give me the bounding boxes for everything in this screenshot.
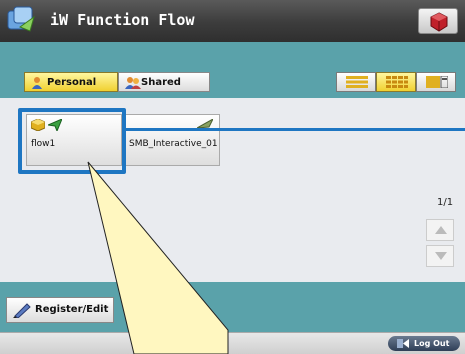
title-bar: iW Function Flow (0, 0, 465, 42)
arrow-down-icon (435, 252, 447, 260)
iw-function-flow-icon (7, 6, 35, 32)
register-edit-label: Register/Edit (35, 304, 109, 315)
logout-icon (397, 339, 409, 348)
arrow-up-icon (435, 226, 447, 234)
register-edit-button[interactable]: Register/Edit (6, 297, 114, 323)
detail-view-button[interactable] (416, 72, 456, 92)
list-view-button[interactable] (336, 72, 376, 92)
group-icon (125, 77, 141, 89)
tab-shared[interactable]: Shared (118, 72, 210, 92)
scroll-down-button[interactable] (426, 245, 454, 267)
selection-highlight (18, 108, 126, 174)
grid-view-icon (386, 76, 408, 88)
list-view-icon (346, 76, 368, 88)
logout-label: Log Out (414, 339, 450, 348)
selection-connector (126, 128, 465, 131)
info-button[interactable] (418, 8, 458, 34)
detail-view-icon (426, 76, 448, 88)
flow-label: SMB_Interactive_01 (129, 139, 218, 149)
tab-label: Personal (47, 77, 97, 88)
logout-button[interactable]: Log Out (388, 336, 460, 351)
person-icon (32, 77, 42, 89)
app-title: iW Function Flow (50, 11, 195, 29)
tab-personal[interactable]: Personal (24, 72, 118, 92)
scroll-up-button[interactable] (426, 219, 454, 241)
flow-tile-smb-interactive[interactable]: SMB_Interactive_01 (124, 114, 220, 166)
info-cube-icon (430, 12, 448, 32)
page-indicator: 1/1 (437, 197, 454, 208)
tab-label: Shared (141, 77, 181, 88)
grid-view-button[interactable] (376, 72, 416, 92)
pen-icon (13, 303, 31, 318)
